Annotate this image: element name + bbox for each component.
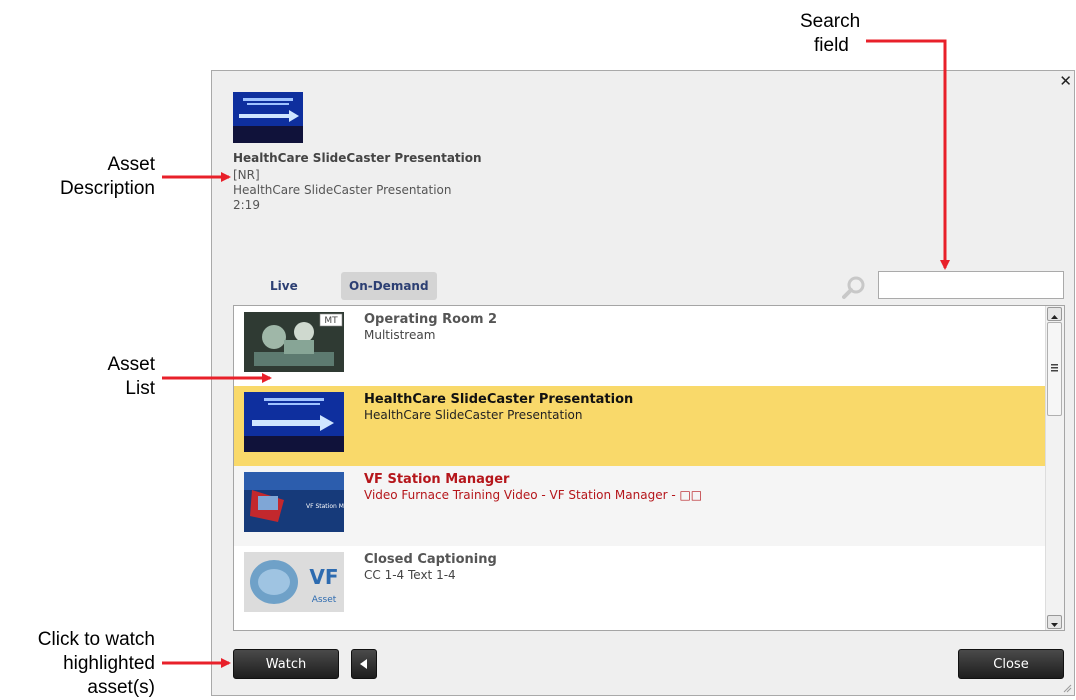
asset-badge: MT: [324, 316, 338, 326]
svg-text:VF Station Manager: VF Station Manager: [306, 503, 344, 510]
svg-text:VF: VF: [309, 565, 338, 589]
svg-text:Asset: Asset: [312, 595, 337, 605]
asset-subtitle: CC 1-4 Text 1-4: [364, 568, 456, 582]
callout-line: List: [125, 378, 155, 399]
resize-grip-icon[interactable]: [1062, 683, 1072, 693]
asset-list[interactable]: MT Operating Room 2 Multistream HealthCa…: [233, 305, 1065, 631]
asset-description-rating: [NR]: [233, 168, 260, 182]
asset-description: HealthCare SlideCaster Presentation [NR]…: [233, 151, 482, 213]
asset-preview-thumbnail: [233, 92, 303, 143]
search-icon[interactable]: [842, 276, 866, 300]
asset-description-subtitle: HealthCare SlideCaster Presentation: [233, 183, 452, 197]
watch-button[interactable]: Watch: [233, 649, 339, 679]
callout-line: Search: [800, 11, 861, 32]
asset-list-item[interactable]: MT Operating Room 2 Multistream: [234, 306, 1045, 386]
asset-list-scrollbar[interactable]: [1045, 306, 1064, 630]
callout-asset-description: Asset Description: [30, 153, 155, 201]
asset-thumbnail: [244, 392, 344, 452]
tab-on-demand[interactable]: On-Demand: [341, 272, 437, 300]
callout-line: Asset: [107, 354, 155, 375]
asset-title: VF Station Manager: [364, 472, 510, 487]
chevron-left-icon: [360, 659, 367, 669]
asset-dialog: ✕ HealthCare SlideCaster Presentation [N…: [211, 70, 1075, 696]
asset-description-duration: 2:19: [233, 198, 260, 212]
scroll-up-button[interactable]: [1047, 307, 1062, 321]
asset-list-item[interactable]: HealthCare SlideCaster Presentation Heal…: [234, 386, 1045, 466]
search-input[interactable]: [878, 271, 1064, 299]
callout-line: asset(s): [87, 677, 155, 698]
asset-subtitle: Multistream: [364, 328, 436, 342]
asset-title: Operating Room 2: [364, 312, 498, 327]
callout-line: Asset: [107, 154, 155, 175]
callout-search-field: Search field: [800, 10, 860, 58]
callout-asset-list: Asset List: [60, 353, 155, 401]
tab-live[interactable]: Live: [262, 272, 306, 300]
asset-title: Closed Captioning: [364, 552, 497, 567]
close-button[interactable]: Close: [958, 649, 1064, 679]
callout-line: highlighted: [63, 653, 155, 674]
grip-icon: [1051, 364, 1058, 372]
asset-list-item[interactable]: VF Station Manager VF Station Manager Vi…: [234, 466, 1045, 546]
asset-description-title: HealthCare SlideCaster Presentation: [233, 151, 482, 165]
close-icon[interactable]: ✕: [1059, 73, 1072, 89]
callout-line: Click to watch: [37, 629, 155, 650]
asset-title: HealthCare SlideCaster Presentation: [364, 392, 634, 407]
back-button[interactable]: [351, 649, 377, 679]
asset-thumbnail: MT: [244, 312, 344, 372]
asset-subtitle: Video Furnace Training Video - VF Statio…: [364, 488, 703, 502]
chevron-down-icon: [1051, 623, 1058, 627]
asset-subtitle: HealthCare SlideCaster Presentation: [364, 408, 583, 422]
callout-watch: Click to watch highlighted asset(s): [0, 628, 155, 700]
callout-line: field: [814, 35, 849, 56]
scrollbar-thumb[interactable]: [1047, 322, 1062, 416]
scroll-down-button[interactable]: [1047, 615, 1062, 629]
callout-line: Description: [59, 178, 155, 199]
asset-list-item[interactable]: VF Asset Closed Captioning CC 1-4 Text 1…: [234, 546, 1045, 626]
asset-thumbnail: VF Station Manager: [244, 472, 344, 532]
asset-thumbnail: VF Asset: [244, 552, 344, 612]
